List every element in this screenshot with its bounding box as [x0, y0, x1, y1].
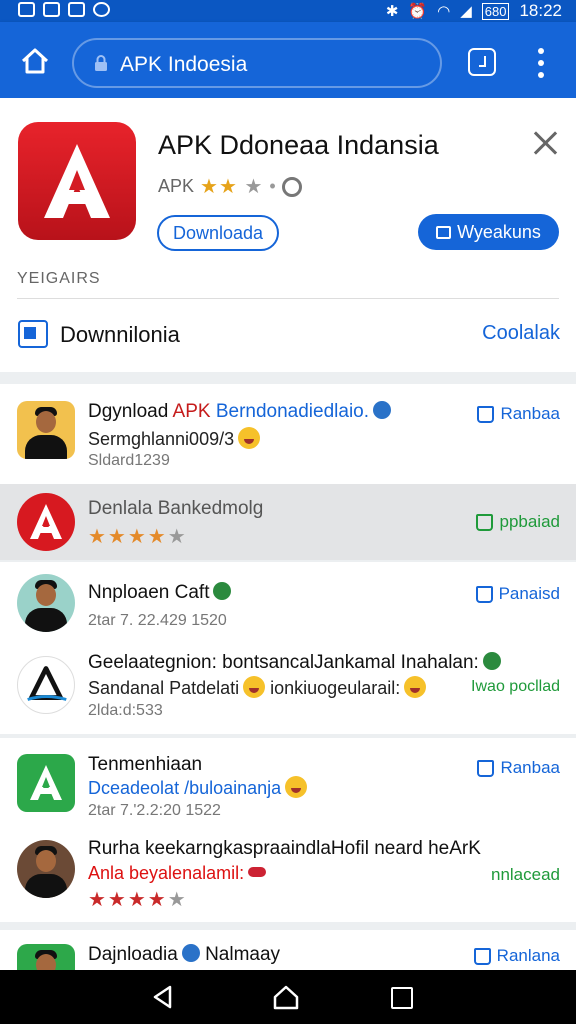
- item-title: Tenmenhiaan: [88, 754, 203, 775]
- browser-toolbar: APK Indoesia: [0, 22, 576, 98]
- item-meta: Sldard1239: [88, 452, 170, 469]
- verified-icon: [373, 401, 392, 419]
- item-meta: 2lda:d:533: [88, 702, 163, 719]
- download-icon: [476, 513, 494, 531]
- list-card: Nnploaen Caft 2tar 7. 22.429 1520 Panais…: [0, 562, 576, 734]
- image-icon: [18, 2, 35, 17]
- item-action-button[interactable]: Iwao pocllad: [471, 678, 560, 696]
- star-rating: ★★ ★: [200, 176, 264, 198]
- list-item[interactable]: Dajnloadia Nalmaay Ranlana: [0, 930, 576, 970]
- wifi-icon: ◠: [437, 3, 451, 20]
- item-meta: 2tar 7.'2.2:20 1522: [88, 802, 221, 819]
- home-icon[interactable]: [18, 44, 52, 78]
- avatar: [17, 754, 75, 812]
- list-item[interactable]: Rurha keekarngkaspraaindlaHofil neard he…: [0, 824, 576, 922]
- emoji-icon: [285, 776, 308, 798]
- url-text: APK Indoesia: [120, 53, 248, 76]
- download-row-label[interactable]: Downnilonia: [60, 322, 180, 348]
- rating-prefix: APK: [158, 176, 195, 196]
- rating-row: APK ★★ ★ •: [158, 174, 302, 199]
- verified-icon: [181, 944, 200, 962]
- emoji-icon: [243, 676, 266, 698]
- alarm-icon: ⏰: [408, 3, 428, 20]
- item-meta: 2tar 7. 22.429 1520: [88, 612, 227, 629]
- list-card-highlighted: Denlala Bankedmolg ★★★★★ ppbaiad: [0, 484, 576, 560]
- home-nav-icon[interactable]: [272, 984, 300, 1010]
- item-action-button[interactable]: Ranbaa: [477, 758, 560, 778]
- item-title: Nnploaen Caft: [88, 582, 232, 604]
- overflow-menu-icon[interactable]: [532, 48, 550, 78]
- bluetooth-icon: ✱: [385, 3, 399, 20]
- section-label: YEIGAIRS: [17, 270, 101, 287]
- star-rating: ★★★★★: [88, 526, 188, 548]
- system-icons: ✱ ⏰ ◠ ◢ 680 18:22: [386, 1, 562, 21]
- list-item[interactable]: Geelaategnion: bontsancalJankamal Inahal…: [0, 642, 576, 734]
- download-row-link[interactable]: Coolalak: [482, 322, 560, 345]
- download-button[interactable]: Downloada: [157, 215, 279, 251]
- list-item[interactable]: Dgynload APK Berndonadiedlaio. Sermghlan…: [0, 384, 576, 484]
- sync-icon: [43, 2, 60, 17]
- avatar: [17, 401, 75, 459]
- list-item[interactable]: Tenmenhiaan Dceadeolat /buloainanja 2tar…: [0, 738, 576, 824]
- back-icon[interactable]: [150, 984, 176, 1010]
- download-icon: [477, 759, 495, 777]
- star-rating: ★★★★★: [88, 889, 188, 911]
- item-action-button[interactable]: Panaisd: [475, 584, 560, 604]
- verified-icon: [213, 582, 232, 600]
- app-title: APK Ddoneaa Indansia: [158, 130, 439, 160]
- avatar: [17, 493, 75, 551]
- item-action-button[interactable]: Ranbaa: [477, 404, 560, 424]
- system-nav-bar: [0, 970, 576, 1024]
- item-title: Rurha keekarngkaspraaindlaHofil neard he…: [88, 838, 481, 859]
- avatar: [17, 944, 75, 970]
- item-subtitle: Anla beyalenalamil:: [88, 863, 267, 884]
- item-title: Dgynload APK Berndonadiedlaio.: [88, 401, 392, 423]
- list-item[interactable]: Denlala Bankedmolg ★★★★★ ppbaiad: [0, 484, 576, 560]
- download-icon: [473, 947, 491, 965]
- emoji-icon: [404, 676, 427, 698]
- item-subtitle: Sandanal Patdelati ionkiuogeularail:: [88, 676, 427, 699]
- list-card: Tenmenhiaan Dceadeolat /buloainanja 2tar…: [0, 738, 576, 922]
- browser-icon: [93, 2, 110, 17]
- emoji-icon: [238, 427, 261, 449]
- globe-icon: [281, 176, 302, 197]
- notification-icons: [18, 2, 110, 17]
- close-icon[interactable]: [530, 128, 562, 160]
- clock: 18:22: [519, 1, 562, 20]
- item-subtitle: Sermghlanni009/3: [88, 427, 261, 450]
- item-title: Dajnloadia Nalmaay: [88, 944, 281, 965]
- image-icon: [436, 225, 452, 239]
- photo-icon: [68, 2, 85, 17]
- app-icon: [18, 122, 136, 240]
- list-card: Dgynload APK Berndonadiedlaio. Sermghlan…: [0, 384, 576, 484]
- item-action-button[interactable]: nnlacead: [491, 865, 560, 885]
- item-action-button[interactable]: ppbaiad: [476, 512, 560, 532]
- list-item[interactable]: Nnploaen Caft 2tar 7. 22.429 1520 Panais…: [0, 562, 576, 642]
- status-bar: ✱ ⏰ ◠ ◢ 680 18:22: [0, 0, 576, 22]
- avatar: [17, 574, 75, 632]
- download-icon: [477, 405, 495, 423]
- battery-icon: 680: [481, 2, 510, 20]
- avatar: [17, 840, 75, 898]
- item-title: Geelaategnion: bontsancalJankamal Inahal…: [88, 652, 501, 674]
- verified-icon: [482, 652, 501, 670]
- recents-icon[interactable]: [391, 987, 413, 1009]
- download-icon: [475, 585, 493, 603]
- divider: [17, 298, 559, 299]
- avatar: [17, 656, 75, 714]
- lock-icon: [95, 55, 107, 71]
- list-card: Dajnloadia Nalmaay Ranlana: [0, 930, 576, 970]
- pill-icon: [248, 867, 267, 877]
- item-action-button[interactable]: Ranlana: [473, 946, 560, 966]
- primary-action-button[interactable]: Wyeakuns: [418, 214, 559, 250]
- address-bar[interactable]: APK Indoesia: [72, 38, 442, 88]
- item-title: Denlala Bankedmolg: [88, 498, 264, 519]
- item-subtitle: Dceadeolat /buloainanja: [88, 776, 308, 799]
- tab-switcher-button[interactable]: [468, 48, 496, 76]
- signal-icon: ◢: [460, 3, 472, 20]
- app-header-card: APK Ddoneaa Indansia APK ★★ ★ • Download…: [0, 98, 576, 372]
- download-list-icon: [18, 320, 48, 348]
